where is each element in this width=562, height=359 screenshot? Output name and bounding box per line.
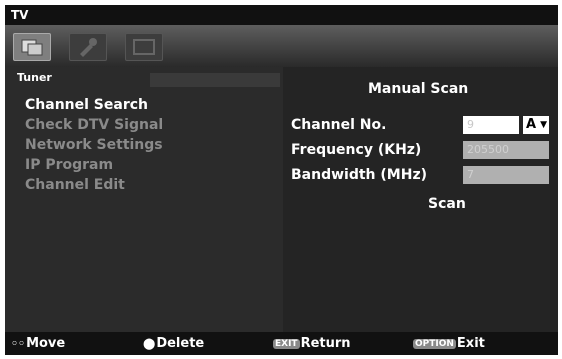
setup-icon [21,39,43,56]
hint-delete: ⬤Delete [143,336,204,351]
icon-bar [5,25,558,67]
exit-label: Exit [456,336,485,351]
app-title: TV [11,8,29,22]
manual-scan-panel: Manual Scan Channel No. 9 A ▼ Frequency … [283,67,558,332]
scan-button[interactable]: Scan [428,196,466,212]
hint-exit: OPTION Exit [413,336,485,351]
menu-item-network-settings[interactable]: Network Settings [25,135,163,155]
bandwidth-field: 7 [463,166,549,184]
channel-label: Channel No. [291,117,387,133]
menu-item-check-dtv-signal[interactable]: Check DTV Signal [25,115,163,135]
hint-move: ◦◦Move [11,336,65,351]
footer-bar: ◦◦Move ⬤Delete EXIT Return OPTION Exit [5,332,558,355]
menu-item-channel-edit[interactable]: Channel Edit [25,175,163,195]
picture-tab[interactable] [125,33,163,61]
move-label: Move [26,336,66,351]
bandwidth-label: Bandwidth (MHz) [291,167,427,183]
return-label: Return [300,336,351,351]
setup-tab[interactable] [13,33,51,61]
menu-item-ip-program[interactable]: IP Program [25,155,163,175]
left-panel: Tuner Channel Search Check DTV Signal Ne… [5,67,283,332]
tools-icon [80,38,97,57]
hint-return: EXIT Return [273,336,351,351]
menu-item-channel-search[interactable]: Channel Search [25,95,163,115]
title-bar: TV [5,5,558,25]
chevron-down-icon: ▼ [540,120,547,130]
channel-letter: A [526,117,537,132]
delete-icon: ⬤ [143,337,156,350]
delete-label: Delete [156,336,205,351]
option-key-icon: OPTION [413,338,456,349]
tv-screen: TV Tuner Channel Search Check DTV Signal [5,5,558,355]
tools-tab[interactable] [69,33,107,61]
panel-title: Manual Scan [368,81,469,97]
tuner-bar [150,73,280,87]
exit-key-icon: EXIT [273,338,300,349]
navigate-icon: ◦◦ [11,337,26,350]
tuner-label: Tuner [17,71,52,84]
frequency-field: 205500 [463,141,549,159]
frequency-label: Frequency (KHz) [291,142,422,158]
channel-input[interactable]: 9 [463,116,519,134]
channel-menu: Channel Search Check DTV Signal Network … [25,95,163,195]
channel-letter-select[interactable]: A ▼ [523,116,549,134]
picture-icon [133,39,155,55]
